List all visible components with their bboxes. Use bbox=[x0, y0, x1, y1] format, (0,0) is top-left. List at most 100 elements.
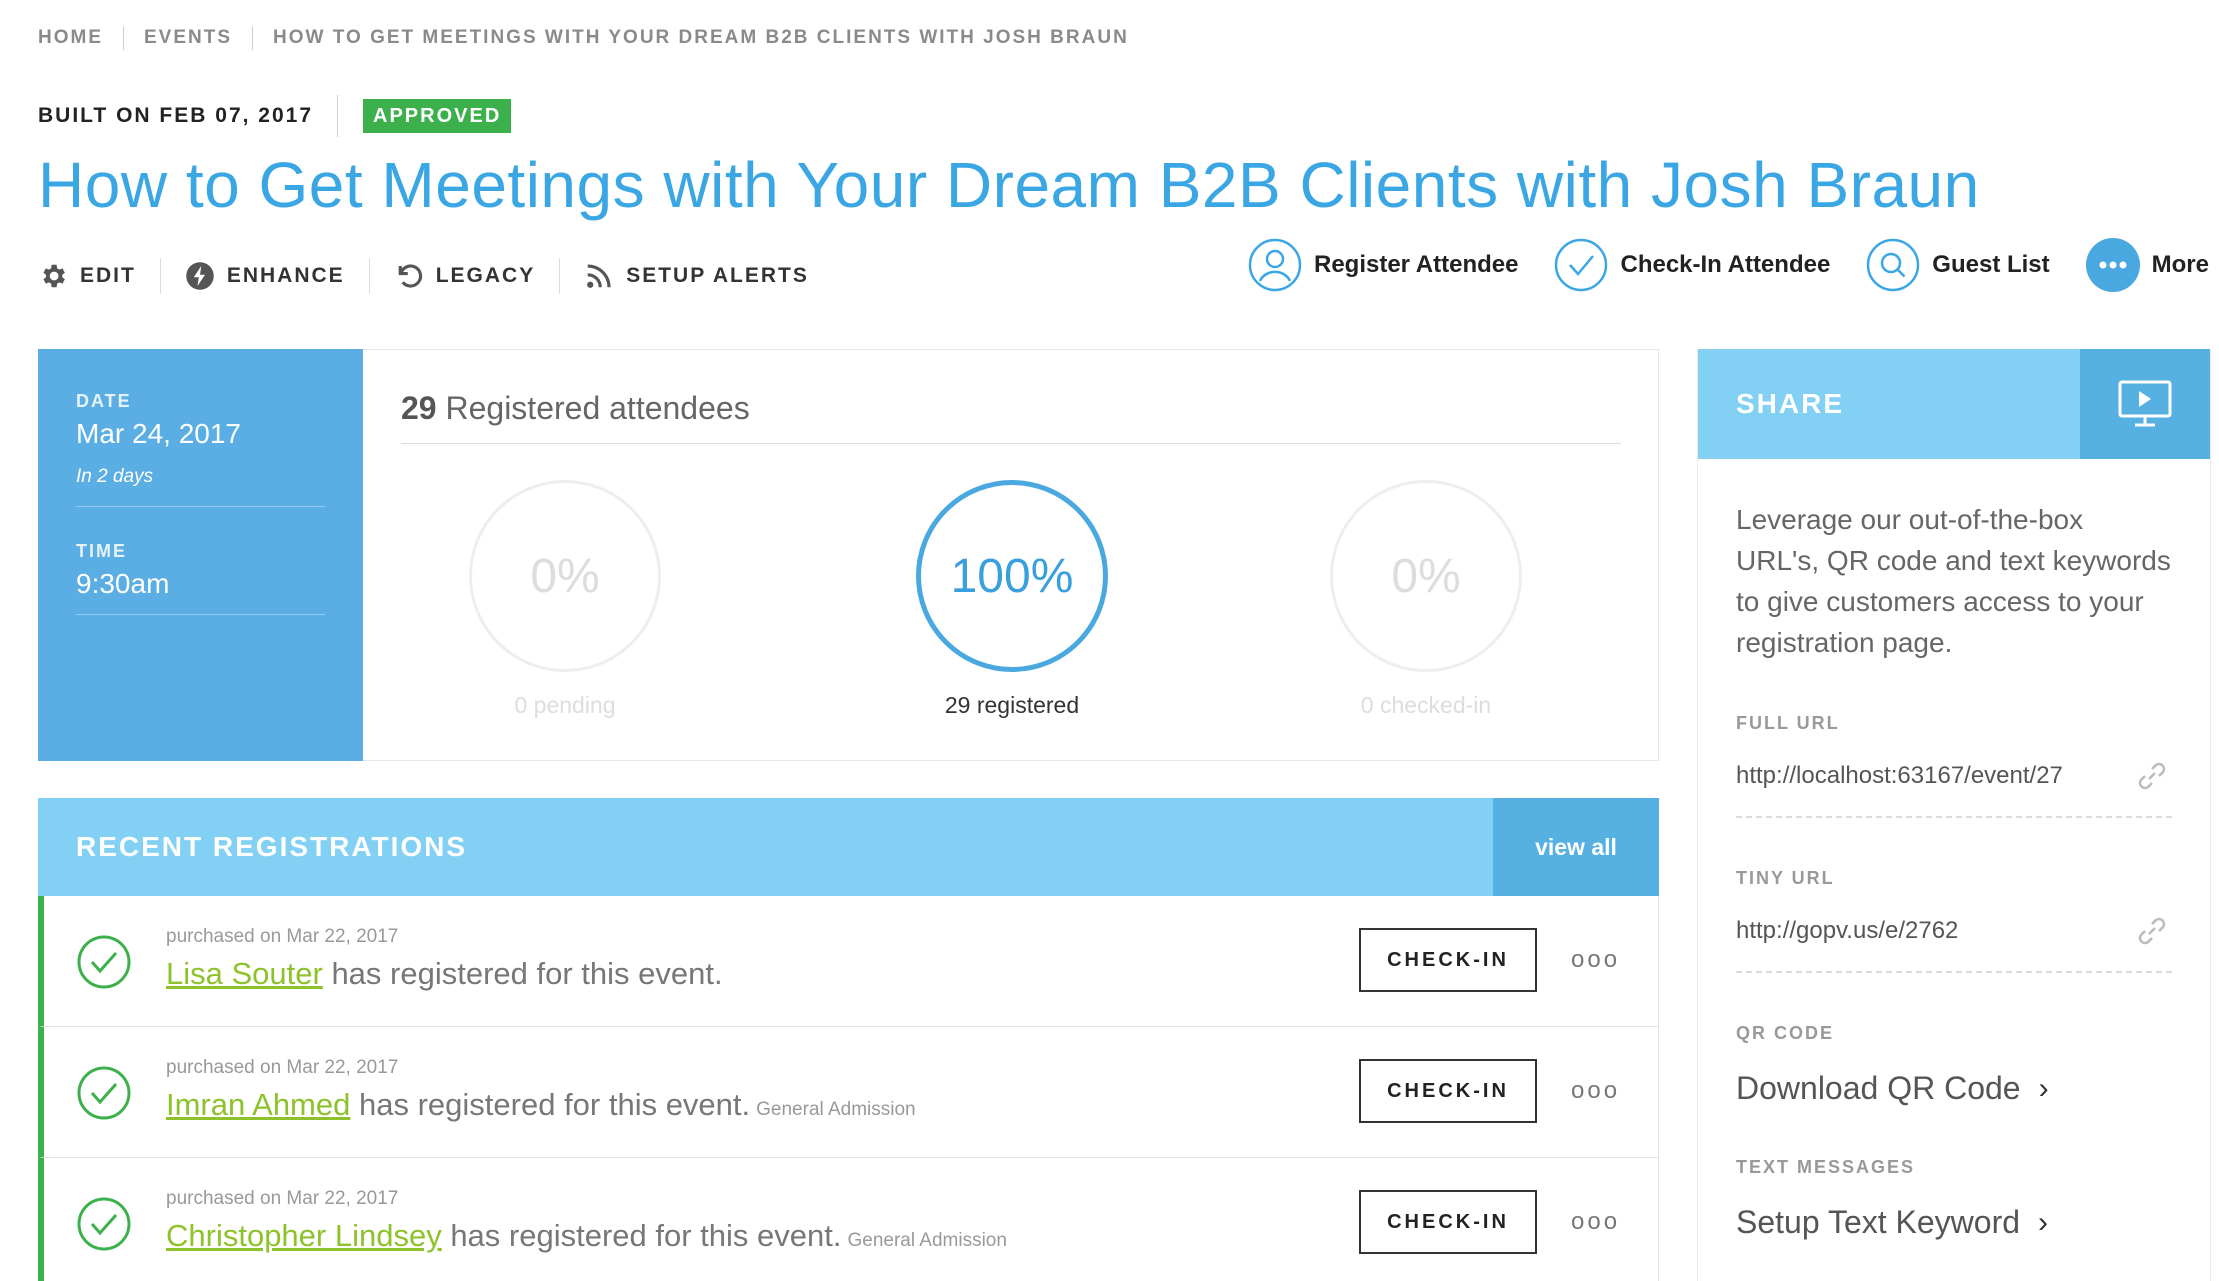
tiny-url-field: http://gopv.us/e/2762 bbox=[1736, 911, 2172, 973]
full-url-field: http://localhost:63167/event/27 bbox=[1736, 756, 2172, 818]
check-in-button[interactable]: CHECK-IN bbox=[1359, 1190, 1537, 1254]
full-url-label: FULL URL bbox=[1736, 713, 1840, 733]
date-panel: DATE Mar 24, 2017 In 2 days TIME 9:30am bbox=[38, 349, 377, 761]
page-title: How to Get Meetings with Your Dream B2B … bbox=[38, 149, 1980, 221]
row-options-button[interactable]: ooo bbox=[1571, 1077, 1620, 1105]
registration-message: has registered for this event. bbox=[322, 956, 723, 991]
breadcrumb-home[interactable]: HOME bbox=[38, 26, 123, 50]
recent-registrations-header: RECENT REGISTRATIONS view all bbox=[38, 798, 1659, 896]
edit-label: EDIT bbox=[80, 264, 136, 287]
checked-in-stat: 0% 0 checked-in bbox=[1316, 480, 1536, 719]
user-icon bbox=[1248, 238, 1302, 292]
guest-list-button[interactable]: Guest List bbox=[1866, 238, 2050, 292]
enhance-button[interactable]: ENHANCE bbox=[159, 258, 369, 294]
check-circle-icon bbox=[77, 1066, 131, 1120]
list-item: purchased on Mar 22, 2017 Christopher Li… bbox=[38, 1158, 1659, 1281]
breadcrumb: HOME EVENTS HOW TO GET MEETINGS WITH YOU… bbox=[38, 26, 1149, 50]
recent-registrations: RECENT REGISTRATIONS view all purchased … bbox=[38, 798, 1659, 1281]
date-label: DATE bbox=[76, 391, 132, 411]
checkin-attendee-button[interactable]: Check-In Attendee bbox=[1554, 238, 1830, 292]
status-badge: APPROVED bbox=[363, 99, 512, 133]
setup-text-keyword-link[interactable]: Setup Text Keyword › bbox=[1736, 1204, 2172, 1241]
download-qr-label: Download QR Code bbox=[1736, 1070, 2021, 1106]
checkmark-icon bbox=[1555, 238, 1608, 292]
qr-code-label: QR CODE bbox=[1736, 1023, 1835, 1043]
registration-message: has registered for this event. bbox=[441, 1218, 842, 1253]
row-options-button[interactable]: ooo bbox=[1571, 1208, 1620, 1236]
breadcrumb-events[interactable]: EVENTS bbox=[123, 26, 252, 50]
register-attendee-button[interactable]: Register Attendee bbox=[1248, 238, 1519, 292]
text-messages-label: TEXT MESSAGES bbox=[1736, 1157, 1916, 1177]
checkin-attendee-label: Check-In Attendee bbox=[1620, 251, 1831, 278]
register-attendee-label: Register Attendee bbox=[1313, 251, 1519, 278]
legacy-label: LEGACY bbox=[435, 264, 536, 287]
share-panel: SHARE Leverage our out-of-the-box URL's,… bbox=[1697, 349, 2211, 1281]
pending-stat: 0% 0 pending bbox=[455, 480, 675, 719]
event-date: Mar 24, 2017 bbox=[76, 418, 241, 449]
setup-text-keyword-label: Setup Text Keyword bbox=[1736, 1204, 2021, 1240]
check-circle-icon bbox=[77, 1197, 131, 1251]
rss-icon bbox=[587, 264, 611, 288]
ticket-type: General Admission bbox=[756, 1099, 916, 1120]
share-description: Leverage our out-of-the-box URL's, QR co… bbox=[1736, 504, 2171, 658]
attendee-name-link[interactable]: Christopher Lindsey bbox=[166, 1218, 442, 1253]
check-in-button[interactable]: CHECK-IN bbox=[1359, 928, 1537, 992]
more-icon bbox=[2085, 238, 2140, 292]
chevron-right-icon: › bbox=[2038, 1205, 2049, 1239]
guest-list-label: Guest List bbox=[1932, 251, 2050, 278]
enhance-label: ENHANCE bbox=[226, 264, 345, 287]
event-actions: Register Attendee Check-In Attendee Gues… bbox=[1212, 238, 2209, 292]
registered-heading-text: Registered attendees bbox=[445, 390, 750, 426]
relative-date: In 2 days bbox=[76, 466, 325, 507]
registered-count: 29 bbox=[401, 390, 437, 426]
edit-button[interactable]: EDIT bbox=[38, 258, 160, 294]
attendee-name-link[interactable]: Lisa Souter bbox=[166, 956, 323, 991]
present-button[interactable] bbox=[2080, 349, 2210, 459]
tiny-url-value[interactable]: http://gopv.us/e/2762 bbox=[1736, 917, 1958, 945]
ticket-type: General Admission bbox=[847, 1230, 1007, 1251]
registered-ring: 100% bbox=[916, 480, 1108, 672]
registration-text: Imran Ahmed has registered for this even… bbox=[166, 1087, 916, 1123]
registration-message: has registered for this event. bbox=[350, 1087, 751, 1122]
search-icon bbox=[1867, 238, 1920, 292]
pending-label: 0 pending bbox=[514, 692, 616, 718]
setup-alerts-button[interactable]: SETUP ALERTS bbox=[559, 258, 833, 294]
more-label: More bbox=[2151, 251, 2209, 278]
monitor-icon bbox=[2118, 380, 2172, 427]
registration-text: Christopher Lindsey has registered for t… bbox=[166, 1218, 1007, 1254]
event-toolbar: EDIT ENHANCE LEGACY SETUP ALERTS bbox=[38, 258, 833, 294]
legacy-button[interactable]: LEGACY bbox=[368, 258, 560, 294]
recent-registrations-title: RECENT REGISTRATIONS bbox=[76, 831, 468, 862]
pending-ring: 0% bbox=[469, 480, 661, 672]
share-header: SHARE bbox=[1698, 349, 2210, 459]
purchase-date: purchased on Mar 22, 2017 bbox=[166, 926, 399, 947]
registered-stat: 100% 29 registered bbox=[902, 480, 1122, 719]
tiny-url-label: TINY URL bbox=[1736, 868, 1835, 888]
download-qr-link[interactable]: Download QR Code › bbox=[1736, 1070, 2172, 1107]
registered-heading: 29 Registered attendees bbox=[401, 390, 1621, 444]
more-button[interactable]: More bbox=[2085, 238, 2209, 292]
event-time: 9:30am bbox=[76, 568, 325, 615]
gear-icon bbox=[43, 264, 65, 288]
breadcrumb-current: HOW TO GET MEETINGS WITH YOUR DREAM B2B … bbox=[252, 26, 1149, 50]
undo-icon bbox=[398, 264, 422, 288]
check-in-button[interactable]: CHECK-IN bbox=[1359, 1059, 1537, 1123]
link-icon[interactable] bbox=[2132, 756, 2172, 796]
registered-label: 29 registered bbox=[944, 692, 1080, 718]
built-date: BUILT ON FEB 07, 2017 bbox=[38, 95, 339, 137]
link-icon[interactable] bbox=[2132, 911, 2172, 951]
time-label: TIME bbox=[76, 541, 127, 561]
purchase-date: purchased on Mar 22, 2017 bbox=[166, 1057, 399, 1078]
setup-alerts-label: SETUP ALERTS bbox=[626, 264, 809, 287]
registration-text: Lisa Souter has registered for this even… bbox=[166, 956, 729, 992]
chevron-right-icon: › bbox=[2038, 1071, 2049, 1105]
list-item: purchased on Mar 22, 2017 Lisa Souter ha… bbox=[38, 896, 1659, 1027]
full-url-value[interactable]: http://localhost:63167/event/27 bbox=[1736, 762, 2063, 790]
attendee-name-link[interactable]: Imran Ahmed bbox=[166, 1087, 350, 1122]
attendee-stats: 29 Registered attendees 0% 0 pending 100… bbox=[363, 349, 1659, 761]
row-options-button[interactable]: ooo bbox=[1571, 946, 1620, 974]
purchase-date: purchased on Mar 22, 2017 bbox=[166, 1188, 399, 1209]
view-all-button[interactable]: view all bbox=[1493, 798, 1659, 896]
check-circle-icon bbox=[77, 935, 131, 989]
checked-in-label: 0 checked-in bbox=[1360, 692, 1492, 718]
